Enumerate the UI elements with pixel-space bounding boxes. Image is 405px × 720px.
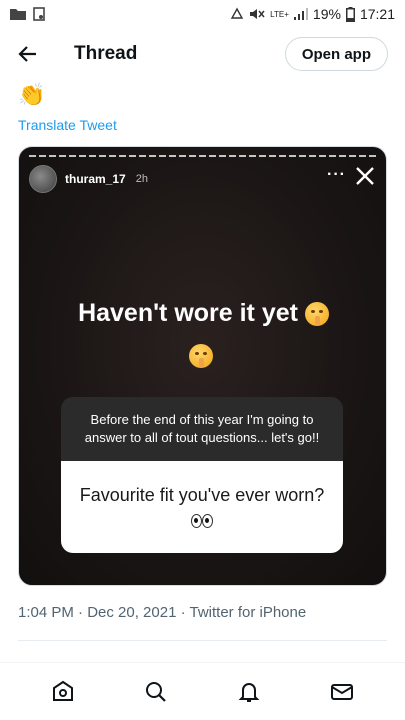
nav-messages-button[interactable]: [322, 672, 362, 712]
tweet-image[interactable]: thuram_17 2h ··· Haven't wore it yet Bef…: [18, 146, 387, 586]
signal-icon: [293, 8, 308, 20]
translate-tweet-link[interactable]: Translate Tweet: [18, 117, 117, 133]
open-app-button[interactable]: Open app: [284, 37, 388, 71]
status-bar: LTE+ 19% 17:21: [0, 0, 405, 28]
story-username: thuram_17: [65, 172, 126, 186]
clapping-hands-icon: 👏: [18, 82, 46, 107]
file-icon: [33, 7, 45, 21]
story-headline: Haven't wore it yet: [19, 299, 386, 328]
recycle-icon: [230, 7, 244, 19]
avatar: [29, 165, 57, 193]
battery-percent: 19%: [312, 6, 341, 22]
bell-icon: [238, 682, 260, 702]
bottom-nav: [0, 662, 405, 720]
tweet-timestamp: 1:04 PM · Dec 20, 2021 · Twitter for iPh…: [18, 604, 307, 621]
arrow-left-icon: [18, 46, 36, 62]
page-title: Thread: [74, 43, 138, 64]
nav-notifications-button[interactable]: [229, 672, 269, 712]
clock: 17:21: [359, 6, 395, 22]
battery-icon: [345, 6, 355, 22]
close-icon: [356, 167, 374, 185]
mute-icon: [250, 9, 265, 19]
status-left: [10, 7, 46, 21]
question-prompt: Before the end of this year I'm going to…: [61, 397, 343, 461]
shushing-face-icon: [189, 344, 213, 368]
network-label: LTE+: [270, 9, 289, 19]
divider: [18, 640, 387, 641]
eyes-icon: [191, 514, 213, 529]
back-button[interactable]: [16, 42, 40, 66]
question-sticker: Before the end of this year I'm going to…: [61, 397, 343, 553]
more-options-icon: ···: [327, 166, 346, 183]
story-time: 2h: [135, 173, 148, 185]
search-icon: [145, 681, 166, 702]
nav-home-button[interactable]: [43, 672, 83, 712]
story-progress-bar: [29, 155, 376, 157]
shushing-face-icon: [304, 302, 329, 327]
nav-search-button[interactable]: [136, 672, 176, 712]
question-text: Favourite fit you've ever worn?: [79, 485, 325, 505]
story-user: thuram_17 2h: [29, 165, 148, 193]
home-icon: [52, 680, 73, 701]
status-right: LTE+ 19% 17:21: [230, 6, 395, 22]
mail-icon: [331, 683, 354, 700]
question-answer: Favourite fit you've ever worn?: [61, 461, 343, 553]
story-headline-text: Haven't wore it yet: [78, 299, 298, 327]
folder-icon: [10, 9, 26, 20]
header: Thread Open app: [0, 28, 405, 80]
